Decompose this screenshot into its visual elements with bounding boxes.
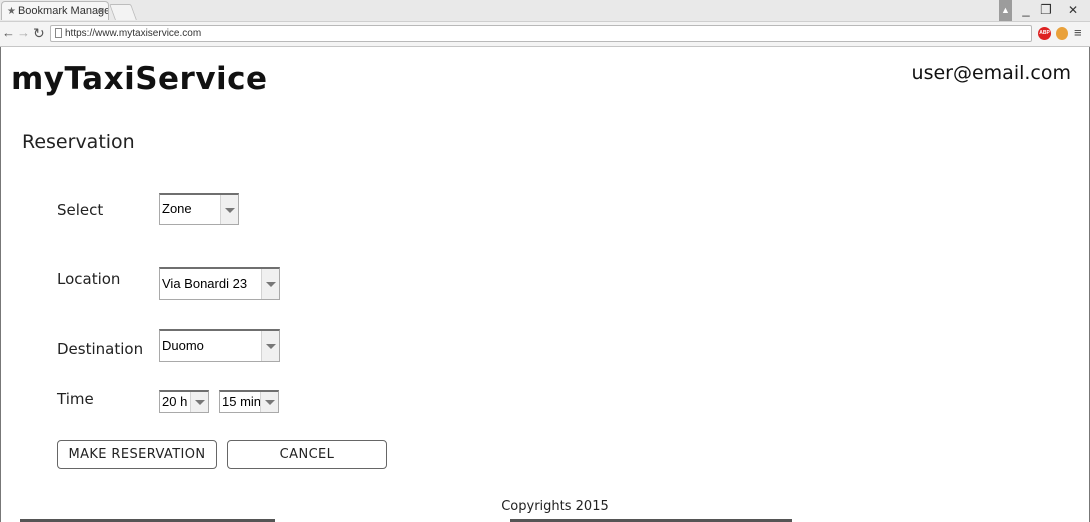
hour-select[interactable]: 20 h	[159, 390, 209, 413]
new-tab-button[interactable]	[109, 4, 137, 20]
page-border-left	[0, 47, 1, 522]
forward-arrow-icon[interactable]: →	[17, 24, 30, 42]
page-icon	[55, 28, 62, 38]
minimize-icon[interactable]: _	[1015, 0, 1037, 21]
minute-select[interactable]: 15 min	[219, 390, 279, 413]
location-label: Location	[57, 270, 121, 288]
chevron-down-icon[interactable]	[261, 331, 279, 361]
tab-title: Bookmark Manager	[17, 5, 109, 17]
chevron-down-icon[interactable]	[260, 392, 278, 412]
time-label: Time	[57, 390, 94, 408]
location-select-value: Via Bonardi 23	[162, 276, 248, 291]
brand-logo[interactable]: myTaxiService	[11, 61, 268, 97]
destination-label: Destination	[57, 340, 144, 358]
tab-close-icon[interactable]: ×	[98, 2, 104, 20]
destination-select[interactable]: Duomo	[159, 329, 280, 362]
make-reservation-button[interactable]: MAKE RESERVATION	[57, 440, 217, 469]
back-arrow-icon[interactable]: ←	[2, 24, 15, 42]
page-content: myTaxiService user@email.com Reservation…	[0, 47, 1090, 522]
select-label: Select	[57, 201, 104, 219]
page-title: Reservation	[22, 131, 135, 153]
zone-select-value: Zone	[162, 201, 192, 216]
window-close-icon[interactable]: ✕	[1060, 0, 1086, 21]
location-select[interactable]: Via Bonardi 23	[159, 267, 280, 300]
chevron-down-icon[interactable]	[261, 269, 279, 299]
maximize-icon[interactable]: ❐	[1035, 0, 1057, 21]
zone-select[interactable]: Zone	[159, 193, 239, 225]
reload-icon[interactable]: ↻	[33, 24, 45, 42]
chevron-down-icon[interactable]	[220, 195, 238, 224]
minute-select-value: 15 min	[222, 394, 262, 409]
user-email[interactable]: user@email.com	[912, 62, 1071, 84]
cancel-button[interactable]: CANCEL	[227, 440, 387, 469]
profile-icon[interactable]: ▲	[999, 0, 1012, 21]
adblock-extension-icon[interactable]: ABP	[1038, 27, 1051, 40]
cookie-extension-icon[interactable]	[1056, 27, 1068, 40]
browser-tab[interactable]: ★ Bookmark Manager ×	[1, 1, 109, 20]
address-url[interactable]: https://www.mytaxiservice.com	[65, 26, 201, 41]
browser-titlebar: ★ Bookmark Manager × ▲ _ ❐ ✕	[0, 0, 1090, 22]
address-bar[interactable]: https://www.mytaxiservice.com	[50, 25, 1032, 42]
hour-select-value: 20 h	[162, 394, 188, 409]
browser-menu-icon[interactable]: ≡	[1074, 25, 1082, 41]
chevron-down-icon[interactable]	[190, 392, 208, 412]
destination-select-value: Duomo	[162, 338, 204, 353]
footer-copyright: Copyrights 2015	[501, 499, 609, 514]
browser-toolbar: ← → ↻ https://www.mytaxiservice.com	[0, 22, 1090, 47]
star-icon: ★	[7, 6, 16, 17]
